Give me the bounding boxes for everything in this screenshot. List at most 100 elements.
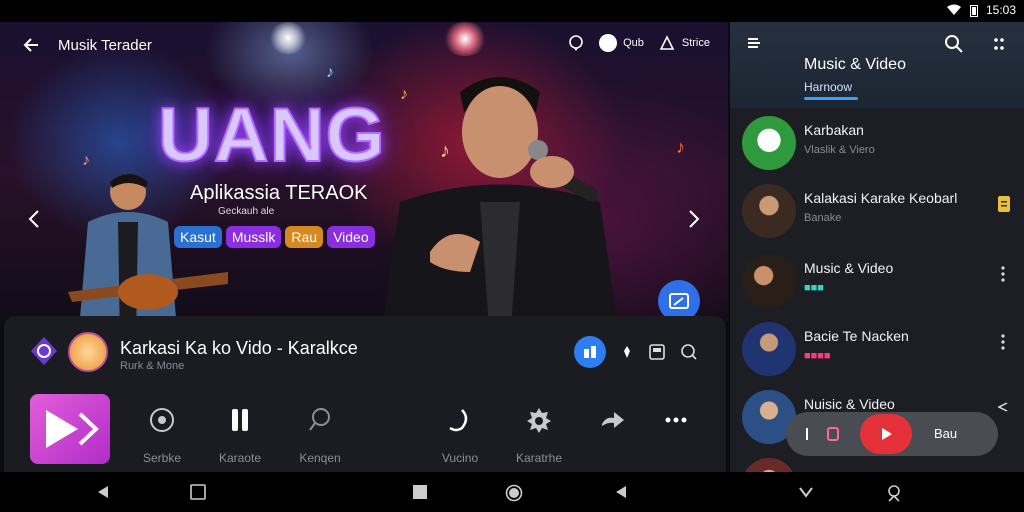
control-label: Kenqen bbox=[299, 451, 341, 465]
share-chip[interactable]: Strice bbox=[658, 34, 710, 52]
sidebar-title: Music & Video bbox=[804, 56, 906, 73]
avatar bbox=[742, 254, 796, 308]
music-note-icon: ♪ bbox=[82, 152, 90, 169]
track-subtitle: Rurk & Mone bbox=[120, 360, 185, 372]
share-icon bbox=[659, 35, 675, 50]
control-settings[interactable]: Karatrhe bbox=[509, 406, 569, 465]
sidebar-list-item[interactable]: Bacie Te Nacken ■■■■ bbox=[730, 316, 1024, 384]
avatar bbox=[742, 322, 796, 376]
search-icon[interactable] bbox=[680, 343, 698, 361]
record-icon bbox=[150, 408, 174, 432]
wifi-icon bbox=[946, 4, 961, 15]
back-arrow-icon[interactable] bbox=[20, 34, 42, 56]
more-vert-icon[interactable] bbox=[1000, 334, 1006, 350]
profile-dot-icon bbox=[599, 34, 618, 52]
control-search-music[interactable]: Kenqen bbox=[290, 406, 350, 465]
music-note-icon: ♪ bbox=[440, 140, 450, 162]
more-vert-icon[interactable] bbox=[1000, 266, 1006, 282]
sidebar-header: Music & Video Harnoow bbox=[730, 22, 1024, 108]
player-panel: Karkasi Ka ko Vido - Karalkce Rurk & Mon… bbox=[4, 316, 726, 472]
hero-tag[interactable]: Musslk bbox=[225, 226, 282, 248]
back-nav-icon[interactable] bbox=[614, 484, 628, 500]
add-to-library-button[interactable] bbox=[574, 336, 606, 368]
sidebar-item-sub: ■■■■ bbox=[804, 350, 831, 362]
avatar bbox=[742, 116, 796, 170]
mini-player[interactable]: Bau bbox=[786, 412, 998, 456]
play-icon bbox=[46, 410, 99, 448]
play-tile-button[interactable] bbox=[30, 394, 110, 464]
share-chip-label: Strice bbox=[681, 37, 710, 49]
more-icon bbox=[665, 417, 687, 423]
pause-icon bbox=[232, 409, 248, 431]
assistant-icon[interactable] bbox=[886, 484, 902, 502]
chevron-down-icon[interactable] bbox=[798, 484, 814, 500]
sidebar-item-sub: Vlaslik & Viero bbox=[804, 144, 875, 156]
control-label: Karatrhe bbox=[515, 451, 563, 465]
back-nav-icon[interactable] bbox=[96, 484, 110, 500]
now-playing-row[interactable]: Karkasi Ka ko Vido - Karalkce Rurk & Mon… bbox=[4, 316, 726, 388]
sidebar-item-name: Nuisic & Video bbox=[804, 396, 895, 412]
stop-icon[interactable] bbox=[804, 425, 844, 443]
singer-image bbox=[382, 77, 618, 322]
share-icon[interactable] bbox=[998, 402, 1008, 412]
play-icon bbox=[882, 428, 892, 440]
home-square-icon[interactable] bbox=[190, 484, 206, 500]
menu-icon[interactable] bbox=[746, 36, 762, 50]
gear-icon bbox=[527, 408, 551, 433]
sidebar-list-item[interactable]: Karbakan Vlaslik & Viero bbox=[730, 110, 1024, 178]
app-title: Musik Terader bbox=[58, 37, 152, 54]
status-time: 15:03 bbox=[985, 3, 1016, 17]
home-circle-icon[interactable] bbox=[505, 484, 523, 502]
status-bar: 15:03 bbox=[0, 0, 1024, 22]
sidebar-item-name: Bacie Te Nacken bbox=[804, 328, 909, 344]
music-note-icon: ♪ bbox=[400, 86, 408, 103]
control-share[interactable] bbox=[582, 406, 642, 439]
app-logo-icon bbox=[31, 337, 57, 365]
track-title: Karkasi Ka ko Vido - Karalkce bbox=[120, 338, 358, 358]
overview-icon[interactable] bbox=[412, 484, 428, 500]
sidebar-list-item[interactable]: Kalakasi Karake Keobarl Banake bbox=[730, 178, 1024, 246]
control-pause[interactable]: Karaote bbox=[210, 406, 270, 465]
track-thumbnail bbox=[68, 332, 108, 372]
avatar bbox=[742, 458, 796, 472]
guitarist-image bbox=[68, 174, 228, 322]
music-note-icon: ♪ bbox=[676, 137, 685, 157]
sidebar-tab[interactable]: Harnoow bbox=[804, 80, 852, 94]
mini-player-label: Bau bbox=[934, 426, 958, 441]
notification-icon[interactable] bbox=[567, 34, 585, 52]
avatar bbox=[742, 184, 796, 238]
previous-arrow-icon[interactable] bbox=[24, 208, 44, 230]
system-nav-bar bbox=[0, 472, 1024, 512]
hero-tag[interactable]: Rau bbox=[285, 226, 324, 248]
control-more[interactable] bbox=[646, 406, 706, 439]
grid-menu-icon[interactable] bbox=[992, 36, 1006, 52]
control-record[interactable]: Serbke bbox=[132, 406, 192, 465]
sidebar-list-item[interactable]: Music & Video ■■■ bbox=[730, 248, 1024, 316]
battery-icon bbox=[969, 4, 978, 17]
profile-chip[interactable]: Qub bbox=[599, 34, 644, 52]
mic-icon bbox=[449, 409, 468, 432]
control-label: Karaote bbox=[218, 451, 262, 465]
search-music-icon bbox=[309, 408, 330, 431]
control-mic[interactable]: Vucino bbox=[430, 406, 490, 465]
profile-chip-label: Qub bbox=[623, 37, 644, 49]
library-icon bbox=[584, 346, 596, 358]
share-icon bbox=[602, 412, 624, 428]
search-icon[interactable] bbox=[944, 34, 964, 54]
tab-indicator bbox=[804, 97, 858, 100]
sidebar-item-name: Karbakan bbox=[804, 122, 864, 138]
cast-icon bbox=[669, 293, 689, 309]
next-arrow-icon[interactable] bbox=[684, 208, 704, 230]
save-icon[interactable] bbox=[648, 343, 666, 361]
hero-headline: UANG bbox=[157, 92, 386, 179]
sidebar-item-name: Kalakasi Karake Keobarl bbox=[804, 190, 958, 206]
sidebar-item-name: Music & Video bbox=[804, 260, 894, 276]
control-label: Vucino bbox=[441, 451, 479, 465]
control-label: Serbke bbox=[142, 451, 182, 465]
top-app-bar: Musik Terader Qub Strice bbox=[0, 22, 728, 68]
controls-row: Serbke Karaote Kenqen Vucino Karatrhe bbox=[4, 392, 726, 472]
pin-icon[interactable] bbox=[620, 344, 634, 360]
mini-play-button[interactable] bbox=[860, 414, 912, 454]
sidebar-item-sub: ■■■ bbox=[804, 282, 824, 294]
note-icon[interactable] bbox=[998, 196, 1010, 212]
